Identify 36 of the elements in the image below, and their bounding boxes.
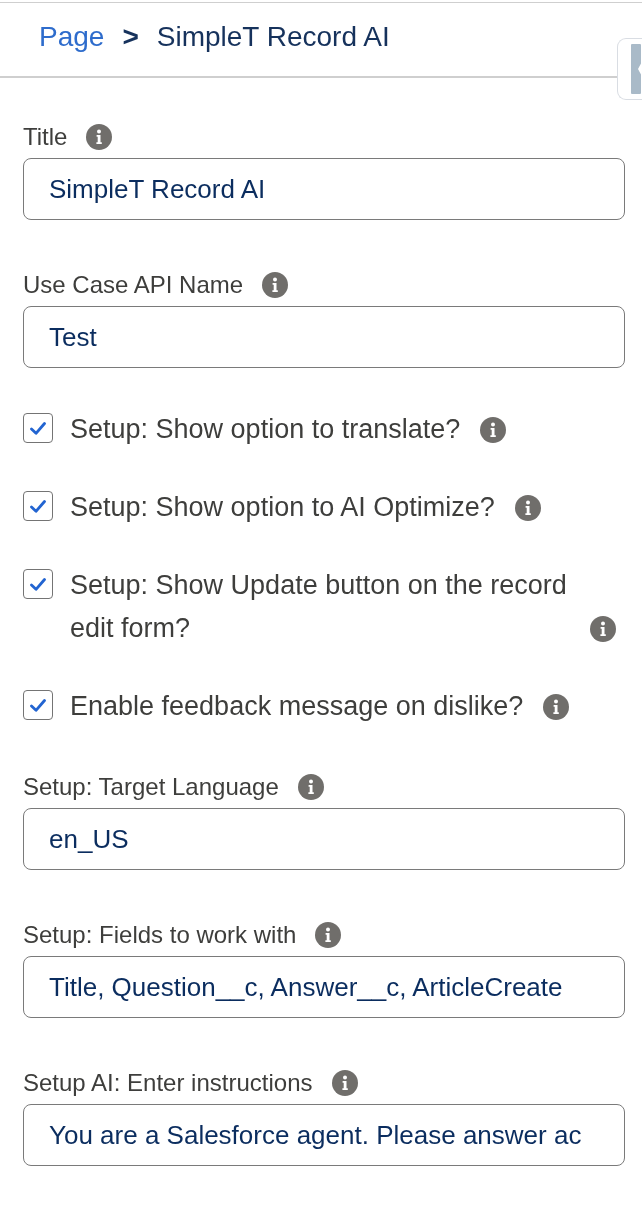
checkbox-label: Setup: Show Update button on the record edit form? xyxy=(70,569,568,645)
info-icon[interactable] xyxy=(315,922,342,948)
checkbox-label: Setup: Show option to translate? xyxy=(70,413,461,446)
info-icon[interactable] xyxy=(543,694,570,720)
checkbox[interactable] xyxy=(23,491,53,521)
collapse-tab-icon xyxy=(631,44,641,94)
breadcrumb-separator: > xyxy=(122,20,139,53)
field-label: Setup AI: Enter instructions xyxy=(23,1069,313,1097)
info-icon[interactable] xyxy=(590,616,616,642)
text-field[interactable]: You are a Salesforce agent. Please answer ac xyxy=(23,1104,625,1166)
text-field[interactable]: Test xyxy=(23,306,625,368)
info-icon[interactable] xyxy=(331,1070,358,1096)
check-icon xyxy=(30,421,46,435)
checkbox[interactable] xyxy=(23,569,53,599)
info-icon[interactable] xyxy=(262,272,289,298)
field-label: Title xyxy=(23,123,68,151)
info-icon[interactable] xyxy=(297,774,324,800)
info-icon[interactable] xyxy=(86,124,113,150)
checkbox-label: Enable feedback message on dislike? xyxy=(70,690,524,723)
text-field[interactable]: Title, Question__c, Answer__c, ArticleCreate xyxy=(23,956,625,1018)
text-field[interactable]: en_US xyxy=(23,808,625,870)
check-icon xyxy=(30,577,46,591)
check-icon xyxy=(30,698,46,712)
text-field[interactable]: SimpleT Record AI xyxy=(23,158,625,220)
checkbox[interactable] xyxy=(23,690,53,720)
checkbox[interactable] xyxy=(23,413,53,443)
field-label: Setup: Fields to work with xyxy=(23,921,297,949)
panel-toggle-button[interactable] xyxy=(617,38,642,100)
field-label: Use Case API Name xyxy=(23,271,244,299)
info-icon[interactable] xyxy=(480,417,507,443)
checkbox-label: Setup: Show option to AI Optimize? xyxy=(70,491,495,524)
breadcrumb-link[interactable]: Page xyxy=(39,20,105,53)
field-label: Setup: Target Language xyxy=(23,773,279,801)
info-icon[interactable] xyxy=(514,495,541,521)
page-title: SimpleT Record AI xyxy=(156,20,390,53)
check-icon xyxy=(30,499,46,513)
